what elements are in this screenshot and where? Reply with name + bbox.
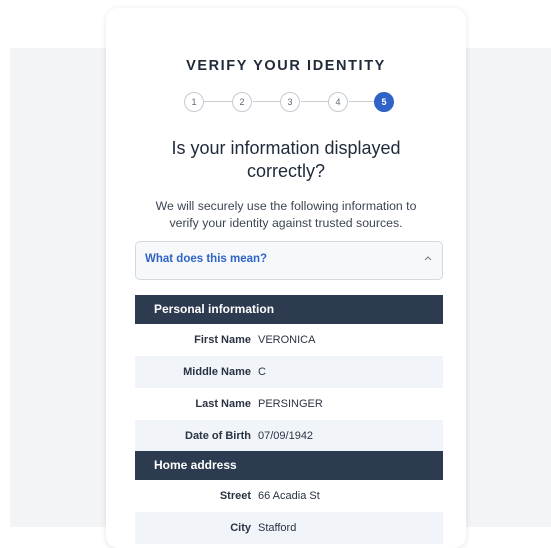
home-address-header: Home address [135, 451, 443, 480]
description-line-1: We will securely use the following infor… [155, 199, 417, 213]
field-value: PERSINGER [258, 398, 323, 410]
step-connector [349, 101, 374, 102]
personal-information-header: Personal information [135, 295, 443, 324]
field-label: First Name [194, 334, 251, 346]
description-line-2: verify your identity against trusted sou… [169, 216, 403, 230]
heading-line-1: Is your information displayed [171, 138, 401, 158]
field-label: Date of Birth [185, 430, 251, 442]
progress-stepper: 1 2 3 4 5 [184, 92, 394, 112]
table-row: Last Name PERSINGER [135, 388, 443, 420]
page-title: VERIFY YOUR IDENTITY [186, 58, 386, 74]
step-connector [253, 101, 282, 102]
table-row: Date of Birth 07/09/1942 [135, 420, 443, 452]
step-connector [203, 101, 234, 102]
field-value: VERONICA [258, 334, 316, 346]
table-row: First Name VERONICA [135, 324, 443, 356]
step-5-current: 5 [374, 92, 394, 112]
field-value: 07/09/1942 [258, 430, 314, 442]
field-value: Stafford [258, 522, 297, 534]
field-label: Street [219, 490, 251, 502]
table-row: Middle Name C [135, 356, 443, 388]
table-row: City Stafford [135, 512, 443, 544]
table-row: Street 66 Acadia St [135, 480, 443, 512]
step-2: 2 [232, 92, 252, 112]
field-label: Last Name [195, 398, 251, 410]
step-connector [301, 101, 330, 102]
heading-line-2: correctly? [246, 161, 326, 181]
accordion-label[interactable]: What does this mean? [145, 253, 267, 265]
chevron-up-icon[interactable] [424, 253, 432, 263]
verification-card: VERIFY YOUR IDENTITY 1 2 3 4 5 Is your i… [106, 8, 466, 548]
what-does-this-mean-accordion[interactable]: What does this mean? [135, 241, 443, 280]
step-1: 1 [184, 92, 204, 112]
description-text: We will securely use the following infor… [142, 198, 430, 232]
confirmation-heading: Is your information displayed correctly? [146, 137, 426, 183]
step-4: 4 [328, 92, 348, 112]
field-label: City [230, 522, 251, 534]
field-label: Middle Name [183, 366, 251, 378]
step-3: 3 [280, 92, 300, 112]
field-value: C [258, 366, 266, 378]
field-value: 66 Acadia St [258, 490, 320, 502]
